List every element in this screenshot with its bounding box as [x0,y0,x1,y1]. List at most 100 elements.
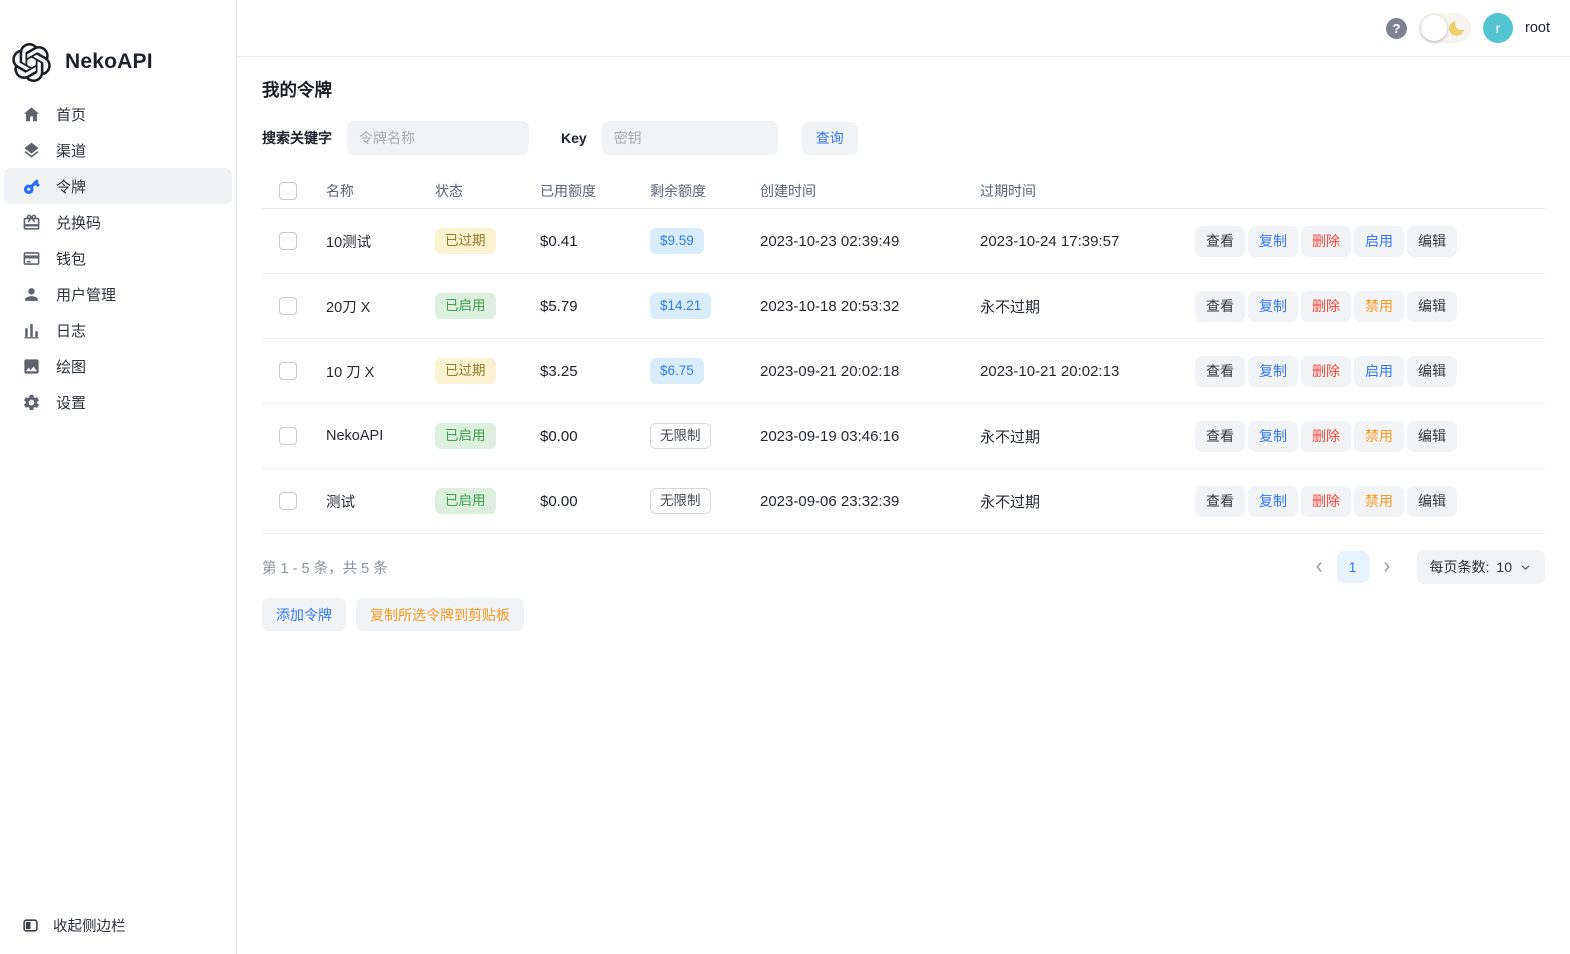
column-header-name: 名称 [326,183,354,199]
copy-button[interactable]: 复制 [1248,485,1298,517]
view-button[interactable]: 查看 [1195,290,1245,322]
toggle-status-button[interactable]: 禁用 [1354,420,1404,452]
copy-button[interactable]: 复制 [1248,290,1298,322]
remain-quota-badge: $9.59 [650,228,704,254]
created-time: 2023-10-18 20:53:32 [760,297,900,315]
footer-actions: 添加令牌 复制所选令牌到剪贴板 [262,598,1545,631]
copy-button[interactable]: 复制 [1248,420,1298,452]
keyword-input[interactable] [347,121,529,155]
sidebar-item-label: 兑换码 [56,214,102,232]
row-checkbox[interactable] [279,362,297,380]
sidebar-item-users[interactable]: 用户管理 [4,276,232,312]
app-root: NekoAPI 首页 渠道 令牌 兑换码 钱包 用户管理 日志 绘图 设置 收起… [0,0,1570,954]
sidebar-item-redemption[interactable]: 兑换码 [4,204,232,240]
gift-icon [23,214,40,230]
view-button[interactable]: 查看 [1195,355,1245,387]
collapse-sidebar-label: 收起侧边栏 [53,918,126,935]
token-name: NekoAPI [326,428,384,444]
expire-time: 永不过期 [980,428,1041,446]
used-quota: $0.41 [540,232,578,250]
table-row: 10 刀 X 已过期 $3.25 $6.75 2023-09-21 20:02:… [262,339,1545,404]
row-checkbox[interactable] [279,427,297,445]
remain-quota-badge: 无限制 [650,423,711,449]
row-actions: 查看 复制 删除 禁用 编辑 [1195,485,1545,517]
edit-button[interactable]: 编辑 [1407,355,1457,387]
status-badge: 已过期 [435,358,496,384]
collapse-sidebar-button[interactable]: 收起侧边栏 [0,908,236,942]
toggle-status-button[interactable]: 启用 [1354,225,1404,257]
copy-selected-tokens-button[interactable]: 复制所选令牌到剪贴板 [356,598,524,631]
table-header: 名称 状态 已用额度 剩余额度 创建时间 过期时间 [262,174,1545,209]
column-header-used: 已用额度 [540,183,596,199]
edit-button[interactable]: 编辑 [1407,485,1457,517]
view-button[interactable]: 查看 [1195,225,1245,257]
token-name: 测试 [326,494,355,511]
delete-button[interactable]: 删除 [1301,420,1351,452]
moon-icon [1448,19,1466,37]
view-button[interactable]: 查看 [1195,420,1245,452]
sidebar-item-home[interactable]: 首页 [4,96,232,132]
view-button[interactable]: 查看 [1195,485,1245,517]
remain-quota-badge: 无限制 [650,488,711,514]
select-all-checkbox[interactable] [279,182,297,200]
topbar: ? r root [237,0,1570,57]
sidebar-item-label: 钱包 [56,250,87,268]
page-title: 我的令牌 [262,80,332,100]
sidebar-item-label: 绘图 [56,358,87,376]
delete-button[interactable]: 删除 [1301,485,1351,517]
theme-toggle[interactable] [1419,13,1471,43]
edit-button[interactable]: 编辑 [1407,290,1457,322]
row-checkbox[interactable] [279,232,297,250]
status-badge: 已启用 [435,293,496,319]
search-bar: 搜索关键字 Key 查询 [262,121,1545,155]
row-checkbox[interactable] [279,297,297,315]
sidebar-item-label: 用户管理 [56,286,117,304]
chevron-down-icon [1521,564,1530,570]
main-area: ? r root 我的令牌 搜索关键字 Key 查询 [237,0,1570,954]
row-actions: 查看 复制 删除 禁用 编辑 [1195,290,1545,322]
edit-button[interactable]: 编辑 [1407,420,1457,452]
toggle-status-button[interactable]: 启用 [1354,355,1404,387]
toggle-status-button[interactable]: 禁用 [1354,290,1404,322]
add-token-button[interactable]: 添加令牌 [262,598,346,631]
brand[interactable]: NekoAPI [0,0,236,96]
copy-button[interactable]: 复制 [1248,355,1298,387]
table-body: 10测试 已过期 $0.41 $9.59 2023-10-23 02:39:49… [262,209,1545,534]
sidebar-item-tokens[interactable]: 令牌 [4,168,232,204]
page-1-button[interactable]: 1 [1336,551,1369,583]
copy-button[interactable]: 复制 [1248,225,1298,257]
sidebar-item-label: 渠道 [56,142,87,160]
table-row: 测试 已启用 $0.00 无限制 2023-09-06 23:32:39 永不过… [262,469,1545,534]
status-badge: 已过期 [435,228,496,254]
delete-button[interactable]: 删除 [1301,225,1351,257]
sidebar-item-drawing[interactable]: 绘图 [4,348,232,384]
image-icon [24,358,39,374]
edit-button[interactable]: 编辑 [1407,225,1457,257]
query-button[interactable]: 查询 [801,121,858,155]
delete-button[interactable]: 删除 [1301,290,1351,322]
row-actions: 查看 复制 删除 禁用 编辑 [1195,420,1545,452]
prev-page-button[interactable] [1309,557,1329,577]
sidebar-item-settings[interactable]: 设置 [4,384,232,420]
row-checkbox[interactable] [279,492,297,510]
table-row: 10测试 已过期 $0.41 $9.59 2023-10-23 02:39:49… [262,209,1545,274]
tokens-page: 我的令牌 搜索关键字 Key 查询 名称 状态 已用额度 剩余额度 创建时间 过… [237,57,1570,631]
token-name: 10测试 [326,234,372,251]
gear-icon [24,394,39,410]
token-name: 10 刀 X [326,364,375,381]
next-page-button[interactable] [1377,557,1397,577]
table-row: 20刀 X 已启用 $5.79 $14.21 2023-10-18 20:53:… [262,274,1545,339]
delete-button[interactable]: 删除 [1301,355,1351,387]
key-input[interactable] [601,121,778,155]
sidebar-item-logs[interactable]: 日志 [4,312,232,348]
page-size-select[interactable]: 每页条数: 10 [1416,550,1545,584]
sidebar-item-channels[interactable]: 渠道 [4,132,232,168]
theme-toggle-knob [1421,15,1447,41]
expire-time: 2023-10-24 17:39:57 [980,232,1120,250]
sidebar-item-wallet[interactable]: 钱包 [4,240,232,276]
avatar[interactable]: r [1483,13,1513,43]
help-button[interactable]: ? [1386,17,1407,39]
toggle-status-button[interactable]: 禁用 [1354,485,1404,517]
row-actions: 查看 复制 删除 启用 编辑 [1195,225,1545,257]
expire-time: 2023-10-21 20:02:13 [980,362,1120,380]
